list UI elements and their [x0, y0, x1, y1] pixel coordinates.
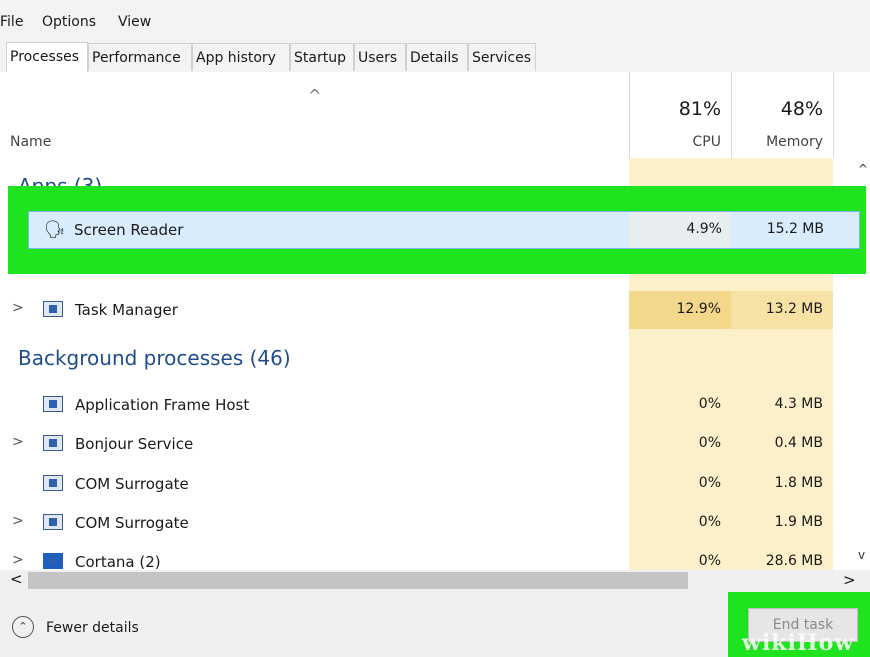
process-cpu: 0% [698, 553, 721, 569]
app-window-icon [43, 475, 63, 491]
group-background: Background processes (46) [18, 346, 291, 370]
sort-caret-icon[interactable]: ^ [308, 86, 321, 105]
process-name: COM Surrogate [75, 475, 189, 493]
column-memory[interactable]: Memory [731, 134, 823, 150]
process-name: Bonjour Service [75, 435, 194, 453]
process-cpu: 12.9% [676, 301, 721, 317]
table-row[interactable]: Application Frame Host 0% 4.3 MB [0, 386, 860, 424]
watermark: wikiHow [742, 630, 855, 656]
process-name: Cortana (2) [75, 553, 161, 570]
menu-view[interactable]: View [118, 14, 151, 30]
footer-bar: ⌃ Fewer details End task [0, 592, 870, 657]
expand-chevron-icon[interactable]: > [12, 300, 24, 316]
table-row[interactable]: > Bonjour Service 0% 0.4 MB [0, 425, 860, 463]
selected-row-screen-reader[interactable]: 🗣 Screen Reader 4.9% 15.2 MB [28, 211, 860, 249]
tab-services[interactable]: Services [468, 43, 536, 71]
task-manager-icon [43, 301, 63, 317]
scroll-left-icon[interactable]: < [10, 570, 23, 588]
tab-startup[interactable]: Startup [290, 43, 354, 71]
process-name: COM Surrogate [75, 514, 189, 532]
tab-app-history[interactable]: App history [192, 43, 290, 71]
column-cpu[interactable]: CPU [629, 134, 721, 150]
tab-performance[interactable]: Performance [88, 43, 192, 71]
process-cpu: 0% [698, 435, 721, 451]
tab-processes[interactable]: Processes [6, 42, 88, 72]
process-memory: 4.3 MB [774, 396, 823, 412]
table-row[interactable]: > COM Surrogate 0% 1.9 MB [0, 504, 860, 542]
tab-details[interactable]: Details [406, 43, 468, 71]
memory-percent: 48% [780, 98, 823, 120]
process-name: Task Manager [75, 301, 178, 319]
menu-options[interactable]: Options [42, 14, 96, 30]
column-divider [833, 72, 834, 158]
process-memory: 13.2 MB [765, 301, 823, 317]
column-header: ^ Name 81% CPU 48% Memory [0, 72, 870, 159]
table-row[interactable]: > Task Manager 12.9% 13.2 MB [0, 291, 860, 329]
expand-chevron-icon[interactable]: > [12, 434, 24, 450]
process-memory: 0.4 MB [774, 435, 823, 451]
cpu-percent: 81% [678, 98, 721, 120]
app-window-icon [43, 396, 63, 412]
scroll-up-icon[interactable]: ^ [858, 162, 868, 176]
fewer-details-link[interactable]: Fewer details [46, 620, 139, 636]
screen-reader-icon: 🗣 [44, 220, 66, 240]
menu-file[interactable]: File [0, 14, 23, 30]
expand-chevron-icon[interactable]: > [12, 552, 24, 568]
column-name[interactable]: Name [10, 134, 51, 150]
process-memory: 1.9 MB [774, 514, 823, 530]
process-memory: 15.2 MB [766, 221, 824, 237]
process-cpu: 0% [698, 514, 721, 530]
process-cpu: 0% [698, 475, 721, 491]
chevron-up-circle-icon[interactable]: ⌃ [12, 616, 34, 638]
menu-bar: File Options View [0, 0, 870, 38]
app-window-icon [43, 514, 63, 530]
process-cpu: 0% [698, 396, 721, 412]
scroll-thumb[interactable] [28, 572, 688, 589]
table-row[interactable]: COM Surrogate 0% 1.8 MB [0, 465, 860, 503]
horizontal-scrollbar[interactable]: < > [0, 570, 870, 592]
scroll-right-icon[interactable]: > [843, 571, 856, 589]
process-name: Screen Reader [74, 221, 184, 239]
tab-users[interactable]: Users [354, 43, 406, 71]
process-cpu: 4.9% [686, 221, 722, 237]
app-window-icon [43, 435, 63, 451]
cortana-icon [43, 553, 63, 569]
tab-strip: Processes Performance App history Startu… [0, 38, 870, 73]
scroll-down-icon[interactable]: v [858, 548, 865, 562]
process-name: Application Frame Host [75, 396, 250, 414]
process-memory: 1.8 MB [774, 475, 823, 491]
expand-chevron-icon[interactable]: > [12, 513, 24, 529]
process-memory: 28.6 MB [765, 553, 823, 569]
table-row[interactable]: > Cortana (2) 0% 28.6 MB [0, 543, 860, 570]
